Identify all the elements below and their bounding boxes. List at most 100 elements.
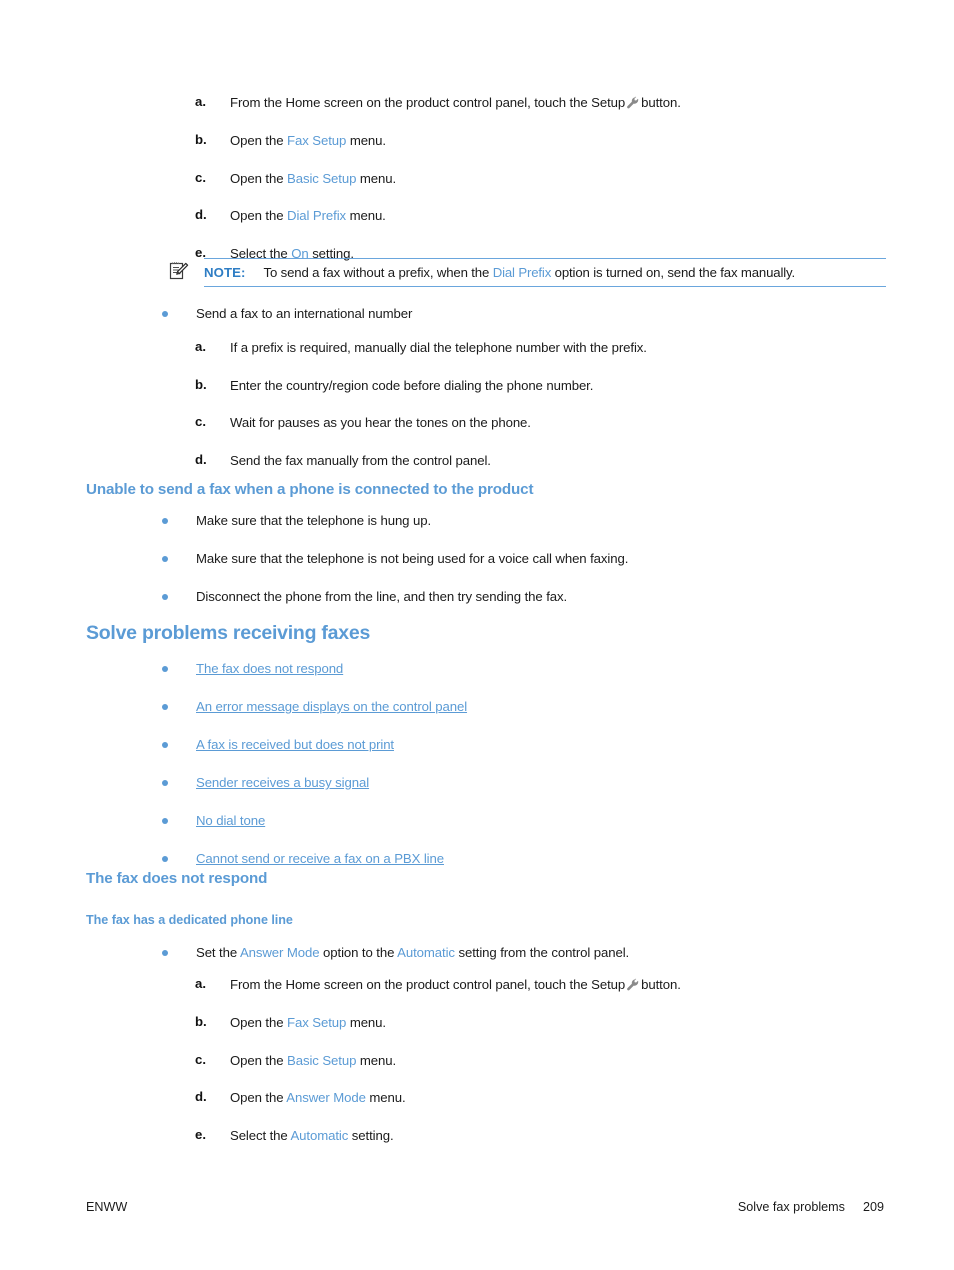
list-marker: d. [195,452,207,468]
footer-right-group: Solve fax problems 209 [738,1200,884,1214]
list-text: Enter the country/region code before dia… [230,377,594,393]
bullet-icon [162,774,196,786]
toc-link-pbx-line[interactable]: Cannot send or receive a fax on a PBX li… [196,851,444,866]
list-marker: b. [195,131,207,147]
list-text: From the Home screen on the product cont… [230,94,895,112]
bullet-list: Send a fax to an international number [162,305,892,323]
bullet-list: Set the Answer Mode option to the Automa… [162,944,892,962]
note-text: To send a fax without a prefix, when the… [264,265,886,280]
alpha-list: a. From the Home screen on the product c… [195,94,895,263]
list-marker: a. [195,94,206,109]
list-text: The fax does not respond [196,660,892,678]
bullet-text-mid: option to the [319,945,398,960]
list-text: Sender receives a busy signal [196,774,892,792]
bullet-text-post: setting from the control panel. [454,945,630,960]
list-marker: a. [195,338,206,354]
list-text: Make sure that the telephone is not bein… [196,550,629,566]
list-item: Set the Answer Mode option to the Automa… [162,944,892,962]
alpha-list: a. If a prefix is required, manually dia… [195,339,892,470]
list-text: Open the Basic Setup menu. [230,170,895,188]
list-text: Open the Answer Mode menu. [230,1089,895,1107]
step-text-post: button. [641,977,681,992]
list-text: Set the Answer Mode option to the Automa… [196,944,892,962]
list-item: An error message displays on the control… [162,698,892,716]
list-text: Open the Fax Setup menu. [230,132,895,150]
step-text-post: menu. [346,1014,386,1030]
phone-connected-bullets: Make sure that the telephone is hung up.… [162,512,892,605]
list-text: No dial tone [196,812,892,830]
toc-link-sender-busy-signal[interactable]: Sender receives a busy signal [196,775,369,790]
bullet-icon [162,944,196,956]
list-marker: c. [195,414,206,430]
ui-term: Fax Setup [287,1014,347,1030]
list-item: a. If a prefix is required, manually dia… [195,339,892,357]
list-text: A fax is received but does not print [196,736,892,754]
list-marker: e. [195,1127,206,1143]
wrench-icon [626,96,640,110]
note-callout: NOTE: To send a fax without a prefix, wh… [168,258,886,287]
document-page: a. From the Home screen on the product c… [0,0,954,1270]
step-text-pre: From the Home screen on the product cont… [230,95,626,110]
international-steps-list: a. If a prefix is required, manually dia… [195,339,892,470]
list-item: d. Send the fax manually from the contro… [195,452,892,470]
ui-term: Automatic [397,945,455,960]
list-text: Open the Fax Setup menu. [230,1014,895,1032]
footer-page-number: 209 [862,1200,884,1214]
list-text: Select the Automatic setting. [230,1127,895,1145]
toc-link-fax-does-not-respond[interactable]: The fax does not respond [196,661,343,676]
list-marker: b. [195,376,207,392]
note-pencil-icon [168,260,190,282]
page-footer: ENWW Solve fax problems 209 [86,1200,884,1214]
toc-link-fax-received-not-print[interactable]: A fax is received but does not print [196,737,394,752]
list-item: No dial tone [162,812,892,830]
ui-term: Basic Setup [287,1052,357,1068]
bullet-text-pre: Set the [196,945,240,960]
step-text-pre: Open the [230,132,288,148]
list-item: Send a fax to an international number [162,305,892,323]
note-body: NOTE: To send a fax without a prefix, wh… [204,258,886,287]
ui-term: Answer Mode [286,1090,366,1106]
bullet-icon [162,660,196,672]
note-text-pre: To send a fax without a prefix, when the [263,265,493,280]
international-section: Send a fax to an international number a.… [162,305,892,470]
list-item: a. From the Home screen on the product c… [195,976,895,994]
step-text-post: setting. [348,1128,394,1144]
list-marker: a. [195,976,206,991]
section-heading-phone-connected: Unable to send a fax when a phone is con… [86,481,534,498]
bullet-icon [162,812,196,824]
list-item: a. From the Home screen on the product c… [195,94,895,112]
page-title: Solve problems receiving faxes [86,622,371,644]
list-item: Cannot send or receive a fax on a PBX li… [162,850,892,868]
list-item: Make sure that the telephone is not bein… [162,550,892,568]
step-text-pre: Open the [230,208,288,224]
list-item: d. Open the Answer Mode menu. [195,1089,895,1107]
list-text: Cannot send or receive a fax on a PBX li… [196,850,892,868]
list-text: Make sure that the telephone is hung up. [196,513,432,528]
toc-link-no-dial-tone[interactable]: No dial tone [196,813,265,828]
ui-term: Automatic [290,1128,349,1144]
list-item: c. Open the Basic Setup menu. [195,170,895,188]
toc-link-error-message-displays[interactable]: An error message displays on the control… [196,699,467,714]
wrench-icon [626,978,640,992]
list-marker: c. [195,169,206,185]
step-text-post: menu. [356,170,397,186]
list-item: e. Select the Automatic setting. [195,1127,895,1145]
step-text-pre: Open the [230,1014,288,1030]
subsection-heading-dedicated-line: The fax has a dedicated phone line [86,913,293,927]
list-text: If a prefix is required, manually dial t… [230,339,647,355]
bullet-icon [162,698,196,710]
bullet-icon [162,850,196,862]
list-text: Send a fax to an international number [196,306,413,321]
receiving-toc-list: The fax does not respond An error messag… [162,660,892,868]
list-text: Wait for pauses as you hear the tones on… [230,415,531,431]
list-item: c. Wait for pauses as you hear the tones… [195,414,892,432]
list-item: Sender receives a busy signal [162,774,892,792]
list-item: A fax is received but does not print [162,736,892,754]
bullet-icon [162,305,196,317]
list-item: Make sure that the telephone is hung up. [162,512,892,530]
step-text-post: menu. [346,132,386,148]
list-text: Disconnect the phone from the line, and … [196,588,568,604]
bullet-icon [162,550,196,562]
footer-book-code: ENWW [86,1200,128,1214]
step-text-pre: Select the [230,1128,291,1144]
